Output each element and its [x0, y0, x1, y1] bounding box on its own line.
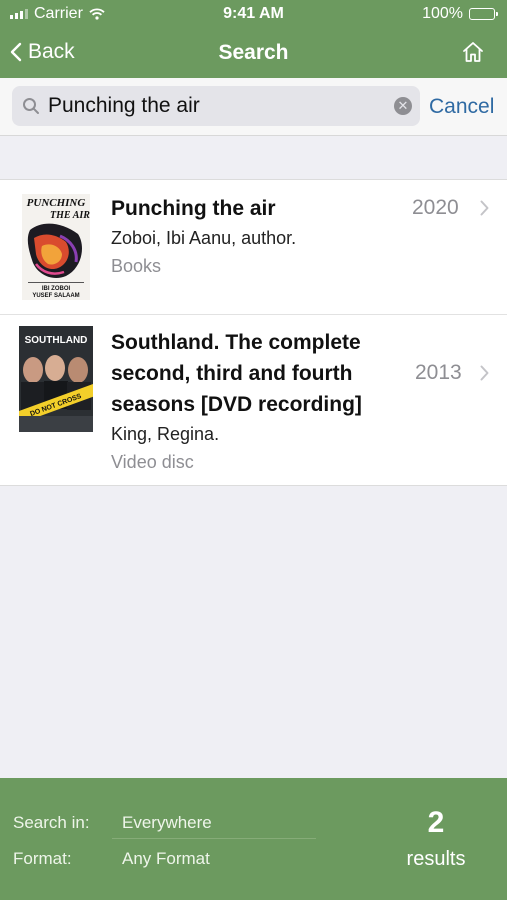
- search-bar: ✕ Cancel: [0, 78, 507, 136]
- results-count: 2: [427, 806, 445, 839]
- home-button[interactable]: [461, 40, 485, 69]
- dvd-cover-image: SOUTHLAND DO NOT CROSS: [19, 326, 93, 432]
- result-year: 2013: [415, 361, 462, 384]
- home-icon: [463, 42, 483, 62]
- page-title: Search: [218, 41, 289, 64]
- cover-title-line: THE AIR: [50, 210, 90, 221]
- battery-icon: [469, 8, 498, 20]
- cover-title-line: PUNCHING: [27, 197, 86, 209]
- format-selector[interactable]: Any Format: [122, 849, 210, 869]
- result-title-line: seasons [DVD recording]: [111, 393, 362, 416]
- navigation-bar: Back Search: [0, 30, 507, 78]
- result-info: Punching the air Zoboi, Ibi Aanu, author…: [111, 193, 296, 280]
- back-label: Back: [28, 40, 75, 63]
- chevron-left-icon: [10, 42, 22, 62]
- search-in-selector[interactable]: Everywhere: [122, 813, 212, 833]
- result-author: King, Regina.: [111, 424, 220, 444]
- result-year: 2020: [412, 196, 459, 219]
- search-input[interactable]: [48, 94, 378, 118]
- battery-percent: 100%: [422, 5, 463, 22]
- filter-footer: Search in: Everywhere Format: Any Format…: [0, 778, 507, 900]
- result-info: Southland. The complete second, third an…: [111, 327, 362, 476]
- result-title: Punching the air: [111, 197, 276, 220]
- clear-circle-icon[interactable]: ✕: [394, 97, 412, 115]
- search-in-label: Search in:: [13, 813, 90, 832]
- cover-title-line: SOUTHLAND: [25, 335, 88, 346]
- search-field[interactable]: ✕: [12, 86, 420, 126]
- result-title-line: Southland. The complete: [111, 331, 361, 354]
- list-item[interactable]: PUNCHING THE AIR IBI ZOBOI YUSEF SALAAM …: [0, 180, 507, 314]
- cover-author-line: IBI ZOBOI: [42, 286, 71, 292]
- cover-author-line: YUSEF SALAAM: [32, 293, 79, 299]
- results-count-label: results: [406, 848, 466, 870]
- filter-divider: [112, 838, 316, 839]
- status-right: 100%: [422, 5, 498, 23]
- status-bar: Carrier 9:41 AM 100%: [0, 0, 507, 30]
- cancel-button[interactable]: Cancel: [429, 95, 494, 119]
- result-title-line: second, third and fourth: [111, 362, 353, 385]
- book-cover-image: PUNCHING THE AIR IBI ZOBOI YUSEF SALAAM: [22, 194, 90, 300]
- magnifier-icon: [23, 98, 39, 114]
- format-label: Format:: [13, 849, 72, 868]
- results-list: PUNCHING THE AIR IBI ZOBOI YUSEF SALAAM …: [0, 179, 507, 486]
- result-format: Books: [111, 256, 162, 276]
- result-format: Video disc: [111, 452, 194, 472]
- list-item[interactable]: SOUTHLAND DO NOT CROSS Southland. The co…: [0, 314, 507, 485]
- chevron-right-icon: [480, 200, 489, 216]
- chevron-right-icon: [480, 365, 489, 381]
- back-button[interactable]: Back: [10, 40, 75, 64]
- result-author: Zoboi, Ibi Aanu, author.: [111, 228, 297, 248]
